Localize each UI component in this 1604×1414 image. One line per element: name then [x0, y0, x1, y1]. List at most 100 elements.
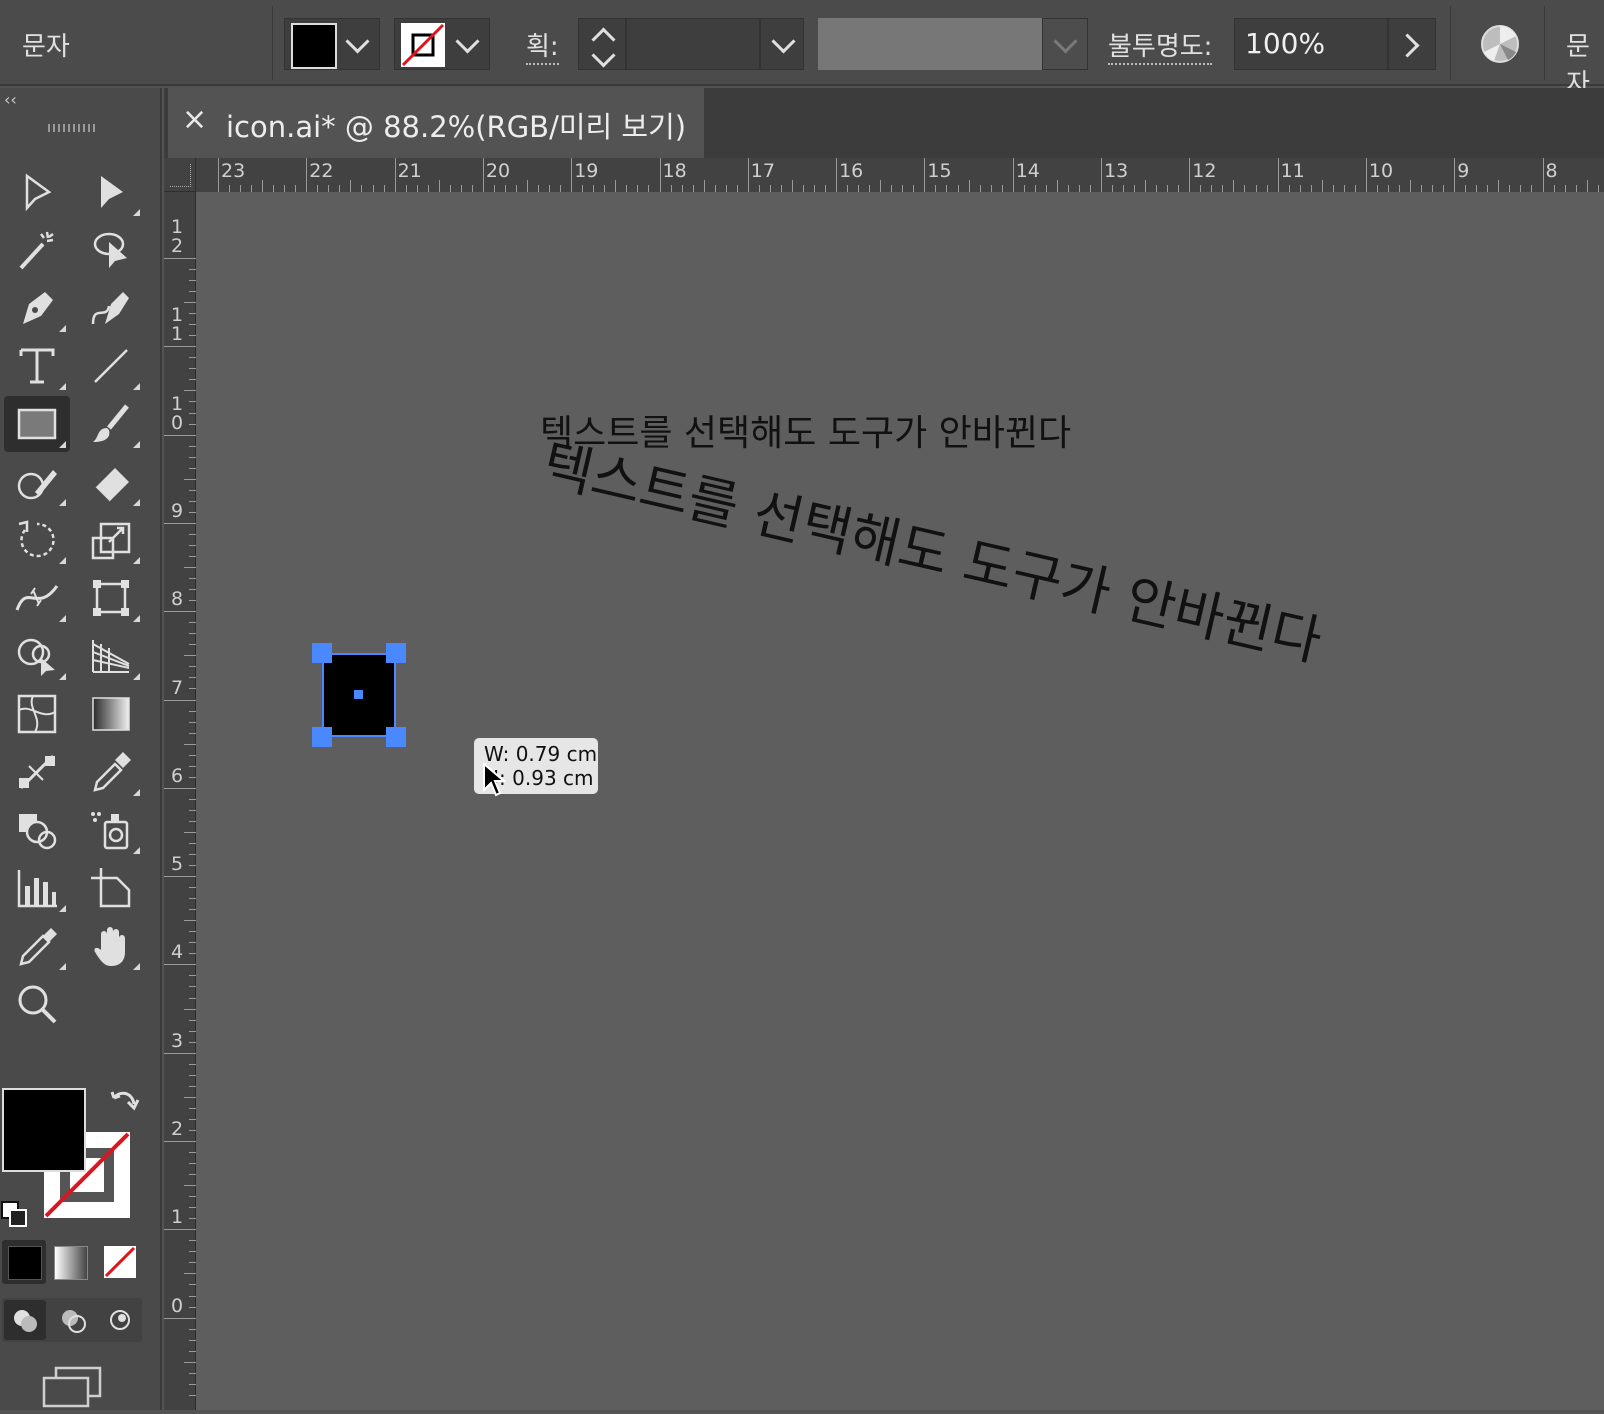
ruler-minor-tick	[1310, 185, 1312, 192]
gradient-mode-button[interactable]	[54, 1246, 88, 1280]
slice-select-tool[interactable]	[4, 918, 70, 974]
ruler-label: 1	[170, 1206, 184, 1229]
ruler-label: 8	[1545, 160, 1558, 182]
line-segment-tool[interactable]	[78, 338, 144, 394]
blend-tool[interactable]	[4, 744, 70, 800]
selection-tool[interactable]	[4, 164, 70, 220]
magic-wand-tool[interactable]	[4, 222, 70, 278]
opacity-expand-button[interactable]	[1388, 18, 1436, 70]
gradient-tool[interactable]	[78, 686, 144, 742]
slice-tool[interactable]	[78, 802, 144, 858]
screen-mode-button[interactable]	[42, 1366, 102, 1414]
ruler-label: 13	[1104, 160, 1129, 182]
brush-dropdown-button[interactable]	[1042, 18, 1088, 70]
ruler-minor-tick	[935, 185, 937, 192]
ruler-minor-tick	[189, 953, 196, 955]
stroke-weight-dropdown[interactable]	[760, 18, 804, 70]
ruler-label: 11	[1280, 160, 1305, 182]
panel-grip[interactable]	[48, 124, 98, 132]
brush-definition-dropdown[interactable]	[818, 18, 1042, 70]
color-mode-button[interactable]	[2, 1240, 46, 1284]
ruler-minor-tick	[946, 185, 948, 192]
perspective-grid-tool[interactable]	[78, 628, 144, 684]
selection-arrow-icon	[25, 173, 52, 212]
resize-handle-bottom-right[interactable]	[386, 727, 406, 747]
paintbrush-tool[interactable]	[78, 396, 144, 452]
ruler-minor-tick	[189, 456, 196, 458]
ruler-major-tick	[1454, 158, 1456, 192]
resize-handle-top-right[interactable]	[386, 643, 406, 663]
ruler-minor-tick	[383, 185, 385, 192]
zoom-tool[interactable]	[4, 976, 70, 1032]
direct-selection-tool[interactable]	[78, 164, 144, 220]
draw-inside-button[interactable]	[100, 1300, 142, 1340]
document-tab[interactable]: × icon.ai* @ 88.2%(RGB/미리 보기)	[168, 88, 704, 158]
ruler-minor-tick	[736, 185, 738, 192]
selected-rectangle[interactable]	[312, 643, 406, 747]
center-point	[354, 690, 363, 699]
ruler-minor-tick	[189, 1174, 196, 1176]
mesh-tool[interactable]	[4, 686, 70, 742]
fill-color-swatch[interactable]	[291, 23, 337, 69]
width-tool[interactable]	[4, 570, 70, 626]
close-tab-icon[interactable]: ×	[182, 102, 207, 137]
lasso-tool[interactable]	[78, 222, 144, 278]
collapse-panel-icon[interactable]: ‹‹	[4, 90, 17, 109]
ruler-major-tick	[164, 876, 196, 878]
vertical-ruler[interactable]: 1 21 11 09876543210	[164, 192, 196, 1410]
horizontal-ruler[interactable]: 23 22 21 20 19 18 17 16 15 14 13 12 11 10 9 8	[196, 158, 1604, 193]
ruler-minor-tick	[328, 185, 330, 192]
text-object-rotated[interactable]: 텍스트를 선택해도 도구가 안바뀐다	[536, 420, 1330, 676]
eyedropper-tool[interactable]	[78, 744, 144, 800]
recolor-artwork-button[interactable]	[1480, 24, 1520, 64]
ruler-minor-tick	[449, 185, 451, 192]
shaper-tool[interactable]	[4, 454, 70, 510]
shape-builder-tool[interactable]	[4, 628, 70, 684]
ruler-minor-tick	[1211, 185, 1213, 192]
rotate-tool[interactable]	[4, 512, 70, 568]
ruler-minor-tick	[1288, 185, 1290, 192]
ruler-minor-tick	[681, 185, 683, 192]
canvas[interactable]: 텍스트를 선택해도 도구가 안바뀐다 텍스트를 선택해도 도구가 안바뀐다 W:…	[196, 192, 1604, 1410]
hand-tool[interactable]	[78, 918, 144, 974]
ruler-minor-tick	[769, 185, 771, 192]
artboard-tool[interactable]	[78, 860, 144, 916]
ruler-minor-tick	[184, 655, 196, 657]
pen-tool[interactable]	[4, 280, 70, 336]
resize-handle-bottom-left[interactable]	[312, 727, 332, 747]
fill-swatch-dropdown[interactable]	[284, 18, 380, 70]
ruler-minor-tick	[1089, 185, 1091, 192]
ruler-label: 4	[170, 941, 184, 964]
chevron-down-icon[interactable]	[591, 43, 616, 68]
ruler-major-tick	[164, 1052, 196, 1054]
graph-tool[interactable]	[4, 860, 70, 916]
symbol-sprayer-tool[interactable]	[4, 802, 70, 858]
default-fill-stroke-icon[interactable]	[0, 1200, 30, 1234]
scale-tool[interactable]	[78, 512, 144, 568]
ruler-minor-tick	[189, 975, 196, 977]
type-tool[interactable]	[4, 338, 70, 394]
none-mode-button[interactable]	[104, 1246, 136, 1278]
document-tab-title[interactable]: icon.ai* @ 88.2%(RGB/미리 보기)	[226, 104, 686, 146]
rectangle-tool[interactable]	[4, 396, 70, 452]
ruler-major-tick	[164, 611, 196, 613]
ruler-minor-tick	[189, 1240, 196, 1242]
ruler-origin[interactable]	[164, 158, 196, 192]
curvature-tool[interactable]	[78, 280, 144, 336]
draw-behind-button[interactable]	[52, 1300, 94, 1340]
sprayer-can-icon	[91, 812, 129, 850]
eraser-tool[interactable]	[78, 454, 144, 510]
fill-color-box[interactable]	[2, 1088, 86, 1172]
stroke-swatch-dropdown[interactable]	[394, 18, 490, 70]
swap-fill-stroke-icon[interactable]	[108, 1088, 140, 1124]
ruler-minor-tick	[184, 302, 196, 304]
ruler-minor-tick	[416, 185, 418, 192]
ruler-minor-tick	[869, 185, 871, 192]
opacity-input[interactable]: 100%	[1234, 18, 1388, 70]
stroke-none-swatch[interactable]	[401, 23, 445, 67]
stroke-weight-input[interactable]	[626, 18, 760, 70]
stroke-weight-stepper[interactable]	[578, 18, 626, 70]
draw-normal-button[interactable]	[4, 1300, 46, 1340]
free-transform-tool[interactable]	[78, 570, 144, 626]
resize-handle-top-left[interactable]	[312, 643, 332, 663]
